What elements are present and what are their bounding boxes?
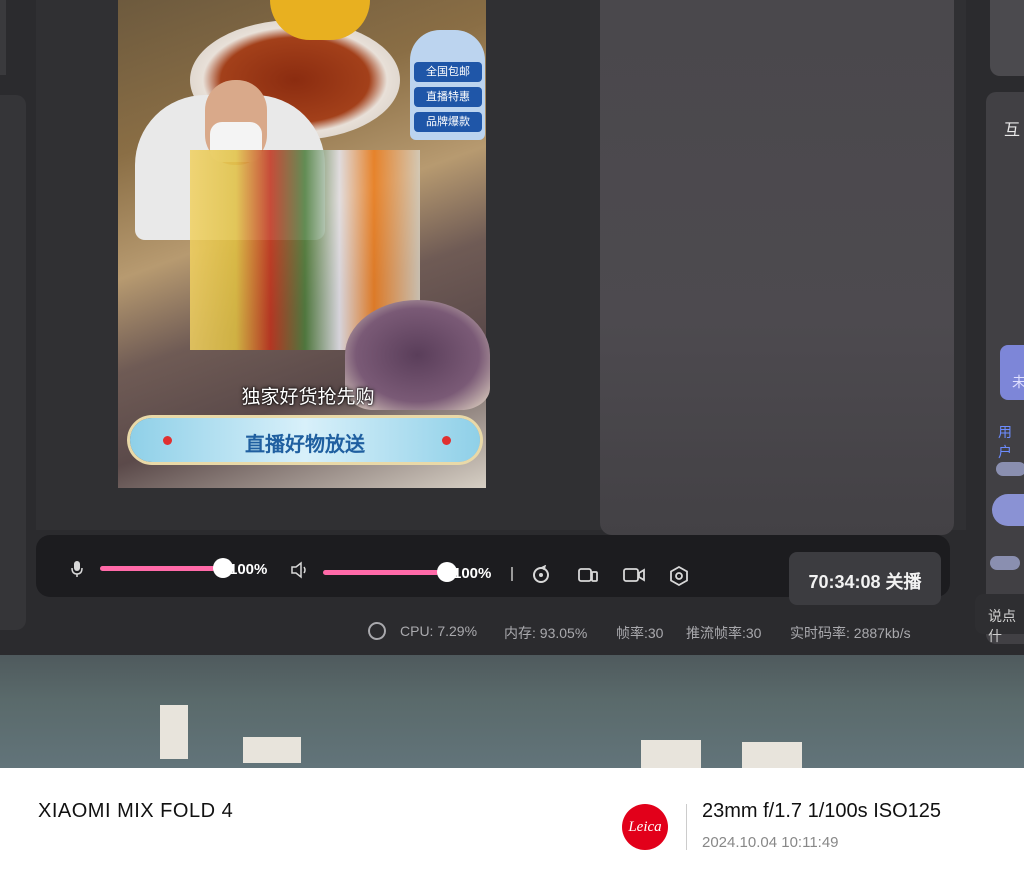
monitor-screen: 全国包邮 直播特惠 品牌爆款 独家好货抢先购 直播好物放送 互 未 用户 说点什…: [0, 0, 1024, 655]
preview-caption: 独家好货抢先购: [241, 387, 375, 408]
settings-icon[interactable]: [669, 565, 689, 590]
sign-item: 直播特惠: [414, 87, 482, 107]
speaker-volume-value: 100%: [453, 565, 492, 582]
mic-volume-slider[interactable]: [100, 566, 215, 571]
screen-cast-icon[interactable]: [577, 565, 599, 589]
toolbar-divider: [511, 567, 513, 581]
sign-item: 品牌爆款: [414, 112, 482, 132]
interaction-pill-button[interactable]: [992, 494, 1024, 526]
end-stream-label: 关播: [885, 572, 922, 592]
desk-paper: [742, 742, 802, 768]
camera-params: 23mm f/1.7 1/100s ISO125: [702, 800, 942, 822]
performance-icon: [368, 622, 386, 640]
microphone-icon[interactable]: [68, 560, 86, 582]
cpu-usage: CPU: 7.29%: [400, 623, 478, 639]
user-chip: [990, 556, 1020, 570]
refresh-icon[interactable]: [531, 564, 551, 589]
memory-usage: 内存: 93.05%: [504, 625, 588, 641]
left-panel-top: [0, 0, 6, 75]
bitrate: 实时码率: 2887kb/s: [790, 625, 911, 641]
comment-input-placeholder: 说点什: [988, 608, 1016, 644]
user-chip: [996, 462, 1024, 476]
left-panel: [0, 95, 26, 630]
mic-volume-value: 100%: [229, 561, 268, 578]
frame-rate: 帧率:30: [616, 625, 664, 641]
secondary-preview-panel: [600, 0, 954, 535]
interaction-panel-title: 互: [1004, 122, 1021, 139]
speaker-volume-slider[interactable]: [323, 570, 439, 575]
side-panel-top: [990, 0, 1024, 76]
device-name: XIAOMI MIX FOLD 4: [38, 800, 234, 822]
desk-surface: [0, 655, 1024, 768]
leica-logo: Leica: [622, 804, 668, 850]
user-label: 用户: [998, 424, 1012, 460]
preview-banner-text: 直播好物放送: [245, 434, 365, 456]
stream-timer: 70:34:08: [808, 572, 881, 592]
speaker-icon[interactable]: [289, 561, 311, 583]
desk-paper: [160, 705, 188, 759]
photo-area: 全国包邮 直播特惠 品牌爆款 独家好货抢先购 直播好物放送 互 未 用户 说点什…: [0, 0, 1024, 768]
caption-divider: [686, 804, 687, 850]
push-frame-rate: 推流帧率:30: [686, 625, 762, 641]
end-stream-button-text: 70:34:08 关播: [789, 568, 941, 594]
interaction-card-text: 未: [1012, 374, 1024, 390]
photo-caption-bar: [0, 768, 1024, 886]
desk-paper: [243, 737, 301, 763]
camera-icon[interactable]: [623, 566, 645, 588]
sign-item: 全国包邮: [414, 62, 482, 82]
desk-paper: [641, 740, 701, 768]
capture-datetime: 2024.10.04 10:11:49: [702, 834, 839, 851]
